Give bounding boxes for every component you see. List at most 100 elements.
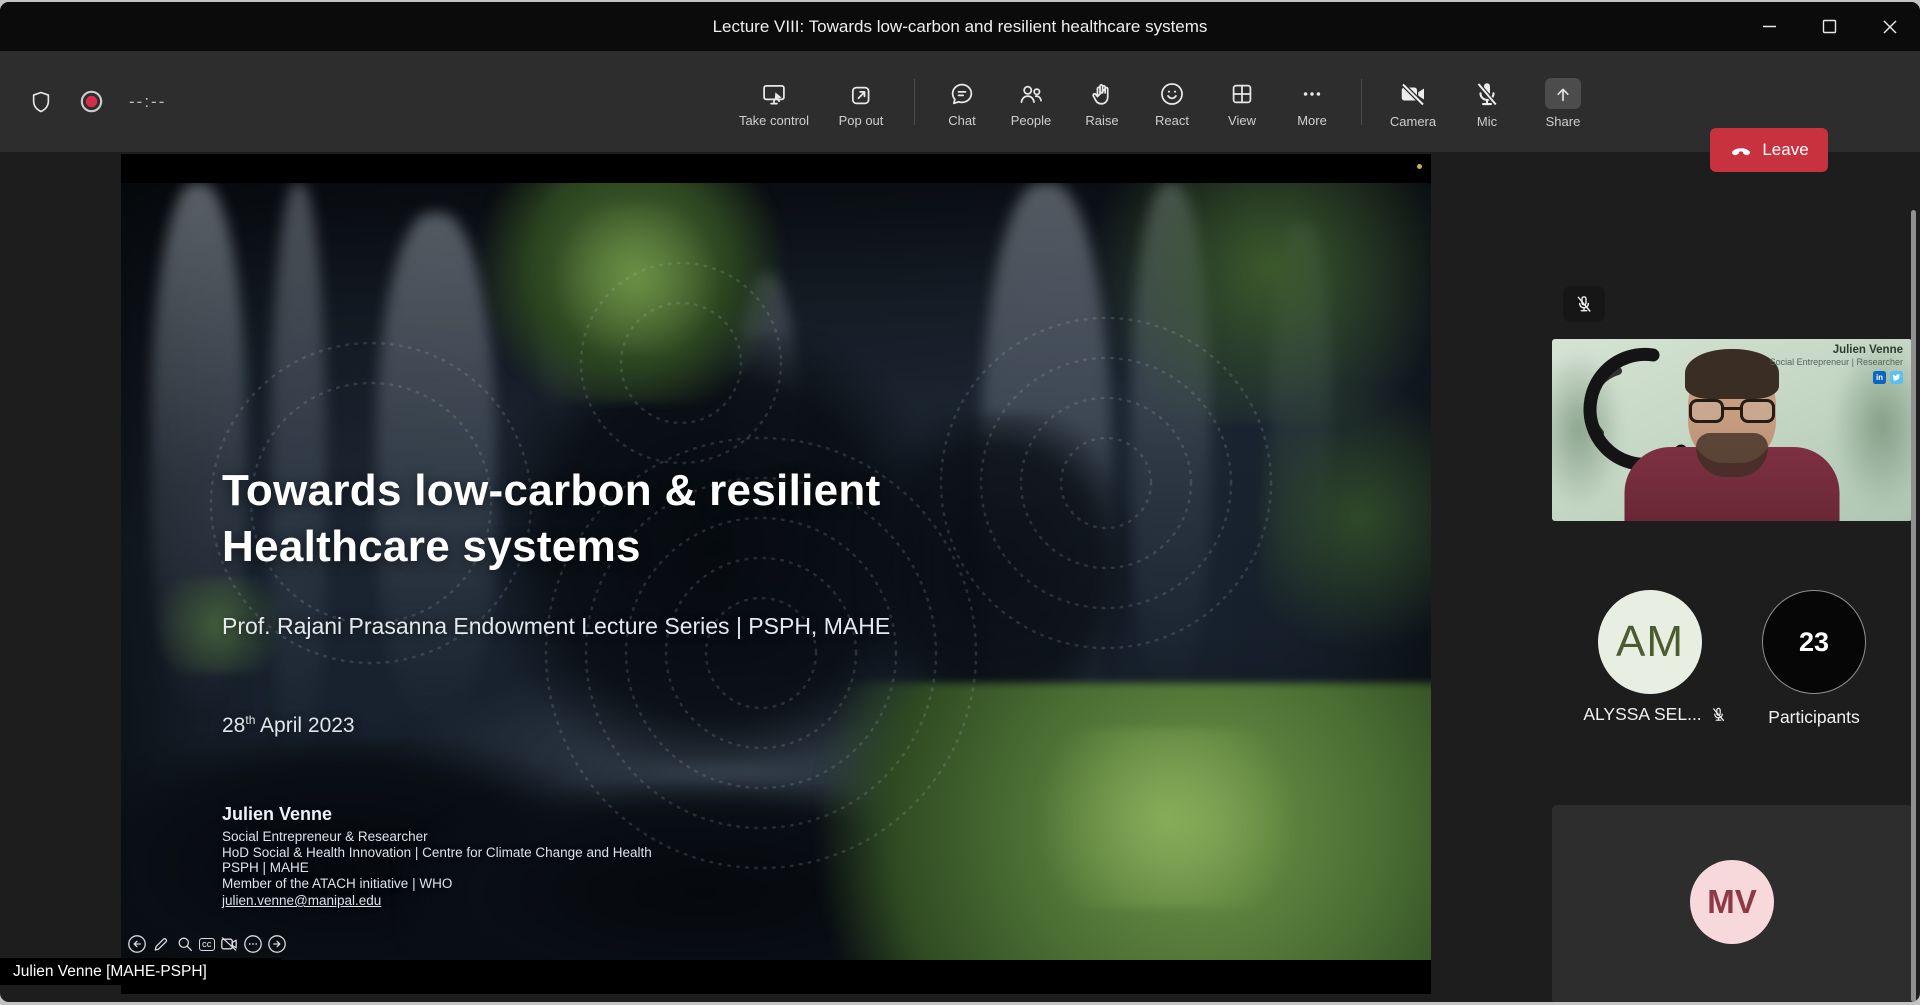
- people-button[interactable]: People: [995, 76, 1067, 128]
- presenter-line: HoD Social & Health Innovation | Centre …: [222, 845, 652, 861]
- raise-label: Raise: [1085, 113, 1118, 128]
- shield-icon[interactable]: [28, 89, 54, 115]
- close-icon: [1881, 18, 1899, 36]
- presenter-figure: [1724, 407, 1740, 410]
- photo-texture: [541, 183, 601, 443]
- toolbar-separator: [1361, 79, 1362, 125]
- share-arrow-icon: [1552, 83, 1574, 105]
- titlebar: Lecture VIII: Towards low-carbon and res…: [0, 2, 1920, 51]
- view-label: View: [1228, 113, 1256, 128]
- camera-label: Camera: [1390, 114, 1436, 129]
- participant-tile-am[interactable]: AM: [1598, 590, 1702, 694]
- slide-title-line1: Towards low-carbon & resilient: [222, 463, 881, 519]
- mic-off-icon: [1710, 706, 1727, 723]
- people-label: People: [1011, 113, 1051, 128]
- participants-count-label: Participants: [1734, 707, 1894, 728]
- photo-texture: [1271, 223, 1331, 603]
- raise-hand-button[interactable]: Raise: [1067, 76, 1137, 128]
- meeting-toolbar: --:-- Take control Pop out: [0, 51, 1920, 152]
- participants-count: 23: [1799, 627, 1829, 658]
- toolbar-separator: [914, 79, 915, 125]
- slide-date-rest: April 2023: [255, 714, 354, 737]
- presenter-figure: [1689, 399, 1775, 425]
- slide-title: Towards low-carbon & resilient Healthcar…: [222, 463, 881, 575]
- more-button[interactable]: More: [1277, 76, 1347, 128]
- minimize-button[interactable]: [1746, 2, 1792, 51]
- photo-texture: [1131, 183, 1211, 703]
- photo-texture: [861, 413, 1131, 723]
- presenter-figure: [1740, 399, 1775, 423]
- camera-button[interactable]: Camera: [1376, 75, 1450, 129]
- chat-label: Chat: [948, 113, 975, 128]
- maximize-icon: [1821, 18, 1838, 35]
- photo-texture: [981, 183, 1111, 783]
- take-control-button[interactable]: Take control: [726, 76, 822, 128]
- view-button[interactable]: View: [1207, 76, 1277, 128]
- avatar: MV: [1690, 860, 1774, 944]
- presenter-video-tile[interactable]: Julien Venne Social Entrepreneur | Resea…: [1552, 339, 1912, 521]
- share-button[interactable]: Share: [1524, 74, 1602, 129]
- video-overlay-card: Julien Venne Social Entrepreneur | Resea…: [1770, 344, 1903, 384]
- presenter-figure: [1685, 349, 1779, 399]
- participant-initials: AM: [1616, 617, 1684, 667]
- more-options-button[interactable]: [243, 934, 263, 954]
- presenter-figure: [1689, 399, 1724, 423]
- raise-hand-icon: [1088, 80, 1116, 108]
- window-title: Lecture VIII: Towards low-carbon and res…: [0, 2, 1920, 51]
- pop-out-label: Pop out: [839, 113, 884, 128]
- teams-meeting-window: Lecture VIII: Towards low-carbon and res…: [0, 2, 1920, 1002]
- take-control-icon: [760, 80, 788, 108]
- pop-out-button[interactable]: Pop out: [822, 76, 900, 128]
- panel-scrollbar[interactable]: [1911, 210, 1916, 1002]
- video-toggle-button[interactable]: [219, 934, 239, 954]
- maximize-button[interactable]: [1806, 2, 1852, 51]
- toolbar-left-cluster: --:--: [28, 51, 166, 152]
- mic-button[interactable]: Mic: [1450, 75, 1524, 129]
- more-dots-icon: [1298, 80, 1326, 108]
- photo-texture: [1001, 728, 1331, 908]
- chat-button[interactable]: Chat: [929, 76, 995, 128]
- slide-marker-dot: [1417, 164, 1422, 169]
- photo-texture: [151, 183, 246, 723]
- react-smiley-icon: [1158, 80, 1186, 108]
- presenter-line: Social Entrepreneur & Researcher: [222, 829, 652, 845]
- pen-tool-button[interactable]: [151, 934, 171, 954]
- magnifier-button[interactable]: [175, 934, 195, 954]
- slide-date-day: 28: [222, 714, 245, 737]
- participant-am-name: ALYSSA SEL...: [1583, 704, 1701, 725]
- presenter-email: julien.venne@manipal.edu: [222, 893, 381, 908]
- muted-mic-badge: [1563, 286, 1605, 322]
- share-label: Share: [1546, 114, 1581, 129]
- leave-button[interactable]: Leave: [1710, 128, 1828, 172]
- participants-count-tile[interactable]: 23: [1762, 590, 1866, 694]
- shared-presentation-slide[interactable]: Towards low-carbon & resilient Healthcar…: [121, 154, 1431, 994]
- recording-indicator-icon: [78, 88, 105, 115]
- slide-subtitle: Prof. Rajani Prasanna Endowment Lecture …: [222, 613, 890, 640]
- take-control-label: Take control: [739, 113, 809, 128]
- prev-slide-button[interactable]: [127, 934, 147, 954]
- mic-off-icon: [1574, 294, 1594, 314]
- video-overlay-name: Julien Venne: [1770, 344, 1903, 356]
- participant-tile-mv[interactable]: MV: [1552, 805, 1912, 1002]
- linkedin-icon: in: [1873, 371, 1886, 384]
- close-button[interactable]: [1867, 2, 1913, 51]
- photo-texture: [461, 183, 801, 403]
- pop-out-icon: [847, 80, 875, 108]
- camera-off-icon: [1398, 79, 1428, 109]
- photo-texture: [1261, 353, 1431, 683]
- photo-texture: [781, 683, 1431, 960]
- people-icon: [1017, 80, 1045, 108]
- view-grid-icon: [1228, 80, 1256, 108]
- captions-button[interactable]: cc: [199, 938, 215, 951]
- react-button[interactable]: React: [1137, 76, 1207, 128]
- next-slide-button[interactable]: [267, 934, 287, 954]
- slide-nav-controls: cc: [127, 934, 287, 954]
- slide-title-line2: Healthcare systems: [222, 519, 881, 575]
- minimize-icon: [1761, 18, 1778, 35]
- toolbar-actions: Take control Pop out Chat: [726, 51, 1602, 152]
- more-label: More: [1297, 113, 1327, 128]
- mic-label: Mic: [1477, 114, 1497, 129]
- participant-am-label-row: ALYSSA SEL...: [1560, 704, 1750, 725]
- screenshare-source-banner: Julien Venne [MAHE-PSPH]: [0, 958, 282, 985]
- video-overlay-role: Social Entrepreneur | Researcher: [1770, 357, 1903, 367]
